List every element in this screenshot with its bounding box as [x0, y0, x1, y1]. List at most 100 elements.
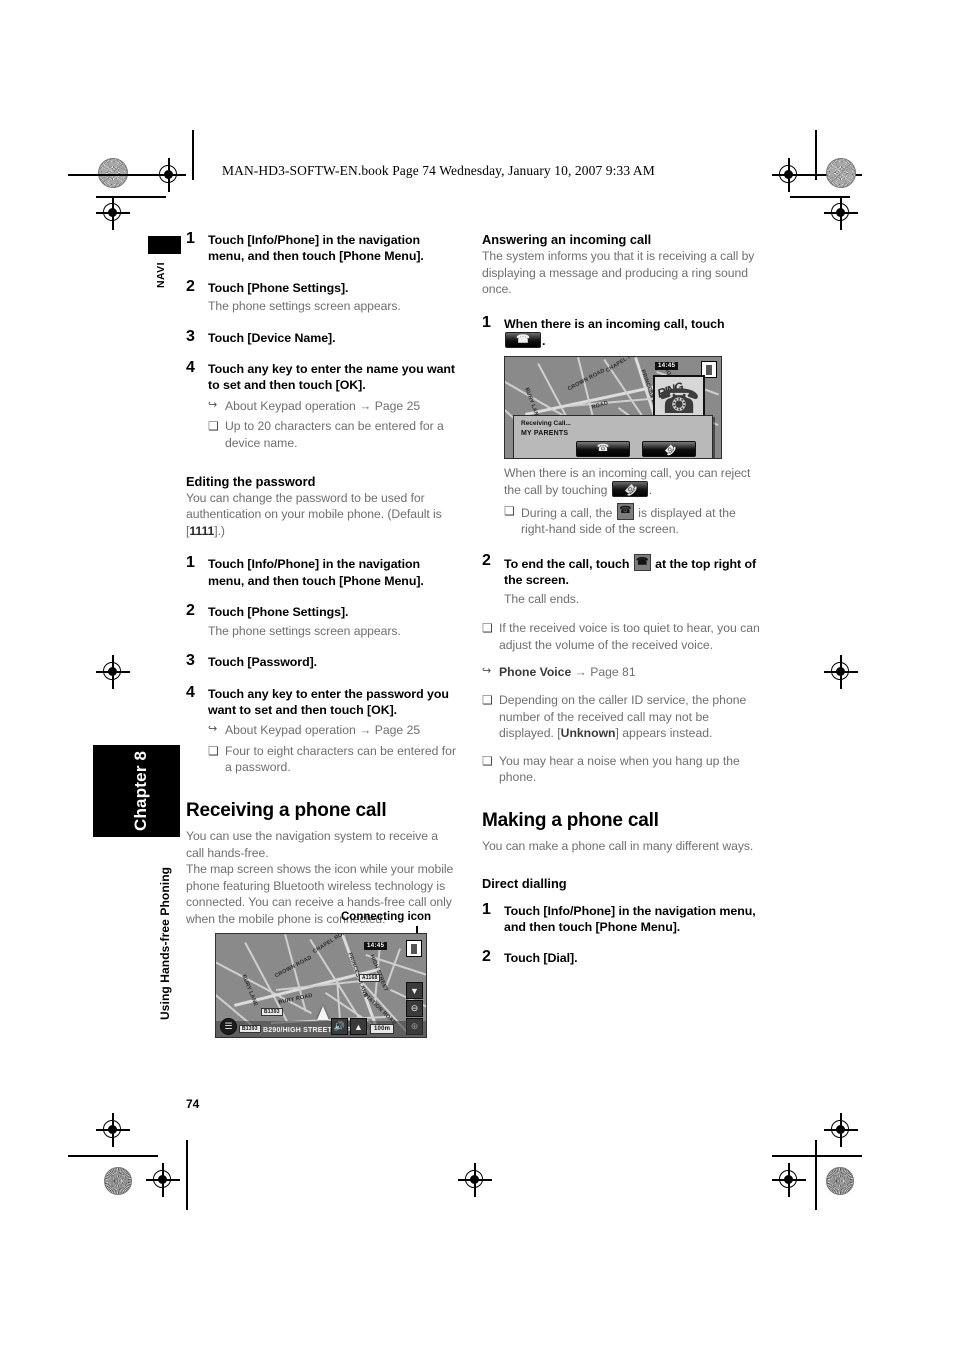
direct-dialling-heading: Direct dialling	[482, 875, 567, 891]
navi-tab-label: NAVI	[155, 262, 167, 288]
step-item: 1 Touch [Info/Phone] in the navigation m…	[482, 901, 760, 936]
note-text: If the received voice is too quiet to he…	[499, 621, 760, 652]
note-square-icon: ❑	[482, 621, 493, 636]
step-item: 3 Touch [Password].	[186, 652, 458, 670]
note-text-a: During a call, the	[521, 505, 613, 520]
step-text: Touch [Info/Phone] in the navigation men…	[208, 233, 424, 264]
note-item: ↪ About Keypad operation → Page 25	[208, 398, 458, 415]
map-clock: 14:45	[364, 942, 388, 950]
end-call-icon	[633, 553, 651, 571]
vehicle-position-arrow	[317, 1006, 329, 1020]
call-dialog-status: Receiving Call...	[521, 420, 571, 427]
note-text: You may hear a noise when you hang up th…	[499, 753, 740, 785]
step-item: 2 Touch [Phone Settings]. The phone sett…	[186, 602, 458, 639]
step-subtext: The call ends.	[504, 591, 580, 606]
receiving-call-para-1: You can use the navigation system to rec…	[186, 829, 438, 860]
map-scale-unit: m	[384, 1026, 391, 1032]
route-shield: B1393	[261, 1008, 283, 1016]
unknown-label: Unknown	[560, 726, 616, 741]
dialog-answer-button[interactable]: ☎	[576, 441, 630, 457]
note-item: ❑ Depending on the caller ID service, th…	[482, 692, 760, 742]
step-number: 2	[186, 602, 195, 620]
map-clock: 14:45	[655, 362, 679, 370]
note-item: ↪ Phone Voice → Page 81	[482, 664, 760, 681]
step-number: 4	[186, 683, 195, 701]
crop-line-bottom-left-h	[68, 1155, 158, 1157]
map-screenshot-incoming-call: CHAPEL ROAD CROWN ROAD PRINCESS LANE HIG…	[504, 356, 722, 459]
step-number: 2	[186, 277, 195, 295]
print-density-dot-top-left	[98, 158, 128, 188]
zoom-out-button[interactable]: ⊖	[406, 1000, 423, 1017]
note-text: Four to eight characters can be entered …	[225, 743, 457, 775]
registration-mark-bottom-right	[772, 1163, 806, 1197]
default-password-value: 1111	[189, 523, 215, 538]
step-item: 4 Touch any key to enter the name you wa…	[186, 359, 458, 452]
print-density-dot-bottom-right	[826, 1167, 854, 1195]
print-density-dot-top-right	[826, 158, 856, 188]
note-item: ❑ Up to 20 characters can be entered for…	[208, 418, 458, 451]
registration-mark-mid-right	[824, 655, 858, 689]
step-item: 1 When there is an incoming call, touch …	[482, 314, 760, 350]
step-item: 2 To end the call, touch at the top righ…	[482, 552, 760, 607]
map-scale-value: 100	[374, 1026, 385, 1032]
registration-mark-upper-right	[824, 196, 858, 230]
map-scale-indicator: 100m	[370, 1024, 395, 1034]
editing-password-heading: Editing the password	[186, 473, 316, 489]
call-status-icon	[616, 502, 634, 520]
step-number: 1	[186, 554, 195, 572]
incoming-call-dialog: Receiving Call... MY PARENTS ☎ ☎	[513, 415, 713, 458]
making-call-para: You can make a phone call in many differ…	[482, 839, 754, 853]
note-item: ❑ If the received voice is too quiet to …	[482, 620, 760, 653]
page-number: 74	[186, 1097, 200, 1111]
registration-mark-upper-left	[96, 196, 130, 230]
crop-line-bottom-right-h	[772, 1155, 862, 1157]
note-reference-page: → Page 81	[571, 665, 636, 680]
step-text: Touch [Info/Phone] in the navigation men…	[504, 903, 756, 934]
running-head-label: Using Hands-free Phoning	[158, 866, 172, 1020]
book-header-line: MAN-HD3-SOFTW-EN.book Page 74 Wednesday,…	[222, 163, 655, 178]
crop-line-top-left-h	[68, 174, 158, 176]
step-item: 1 Touch [Info/Phone] in the navigation m…	[186, 554, 458, 589]
crop-line-top-left-v	[192, 130, 194, 180]
note-square-icon: ❑	[482, 693, 493, 708]
step-item: 2 Touch [Dial].	[482, 948, 760, 966]
step-subtext: The phone settings screen appears.	[208, 299, 401, 314]
note-text: About Keypad operation → Page 25	[225, 398, 421, 413]
volume-button[interactable]: 🔊	[331, 1018, 348, 1035]
note-text-b: ] appears instead.	[615, 726, 713, 741]
step-item: 1 Touch [Info/Phone] in the navigation m…	[186, 230, 458, 265]
answering-heading: Answering an incoming call	[482, 232, 652, 247]
registration-mark-mid-left	[96, 655, 130, 689]
connecting-icon-caption: Connecting icon	[341, 911, 432, 923]
step-number: 2	[482, 948, 491, 966]
step-text: When there is an incoming call, touch .	[504, 316, 760, 350]
note-item: ❑ During a call, the is displayed at the…	[504, 502, 760, 538]
note-item: ↪ About Keypad operation → Page 25	[208, 722, 458, 739]
registration-mark-bottom-left	[146, 1163, 180, 1197]
step-text: To end the call, touch at the top right …	[504, 553, 760, 589]
current-road-shield: B1393	[239, 1025, 261, 1033]
step-text: Touch [Info/Phone] in the navigation men…	[208, 557, 424, 588]
dialog-reject-button[interactable]: ☎	[642, 441, 696, 458]
step-item: 2 Touch [Phone Settings]. The phone sett…	[186, 277, 458, 315]
editing-password-intro: You can change the password to be used f…	[186, 490, 458, 540]
note-text: About Keypad operation → Page 25	[225, 723, 421, 738]
step-number: 3	[186, 652, 195, 670]
right-column: Answering an incoming call The system in…	[482, 232, 760, 967]
note-square-icon: ❑	[208, 419, 219, 434]
reject-phone-icon: ☎	[661, 441, 678, 458]
answer-phone-icon: ☎	[596, 443, 610, 454]
menu-button[interactable]: ☰	[220, 1018, 237, 1035]
step-text: Touch [Device Name].	[208, 330, 336, 345]
reject-period: .	[648, 483, 653, 498]
answering-intro: The system informs you that it is receiv…	[482, 249, 755, 297]
print-density-dot-bottom-left	[104, 1167, 132, 1195]
step-text: Touch [Password].	[208, 655, 318, 670]
step-subtext: The phone settings screen appears.	[208, 623, 401, 638]
step-text: Touch [Dial].	[504, 951, 578, 966]
map-view-button[interactable]: ▲	[350, 1018, 367, 1035]
step-item: 4 Touch any key to enter the password yo…	[186, 683, 458, 777]
manual-page: MAN-HD3-SOFTW-EN.book Page 74 Wednesday,…	[0, 0, 954, 1351]
registration-mark-lower-right	[824, 1113, 858, 1147]
reject-call-paragraph: When there is an incoming call, you can …	[504, 465, 760, 499]
